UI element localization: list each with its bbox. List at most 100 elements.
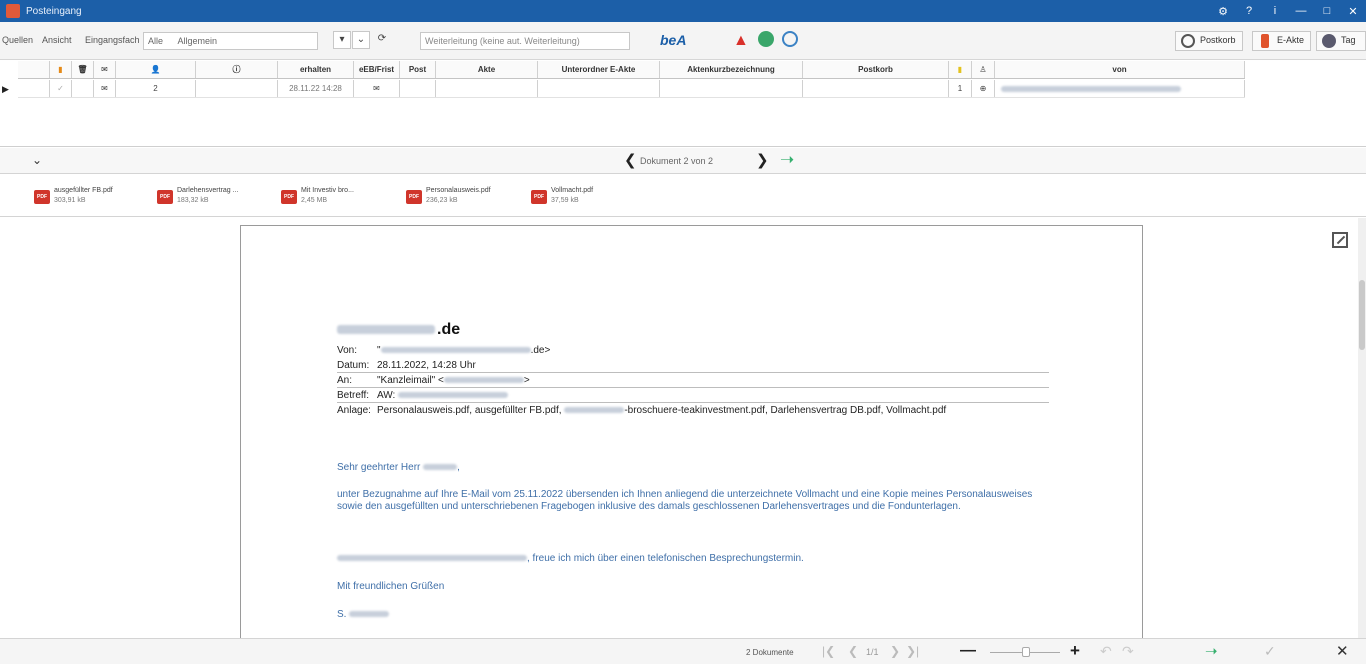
attachment-size: 303,91 kB — [54, 197, 86, 204]
email-signature: S. — [337, 609, 390, 621]
pdf-icon: PDF — [34, 190, 50, 204]
warning-icon[interactable]: ▲ — [733, 32, 749, 50]
salutation: Sehr geehrter Herr , — [337, 462, 460, 473]
settings-icon[interactable]: ⚙ — [1210, 0, 1236, 22]
bea-logo[interactable]: beA — [660, 32, 686, 48]
rotate-left-button[interactable]: ↶ — [1100, 643, 1112, 660]
minimize-button[interactable]: — — [1288, 0, 1314, 22]
eakte-icon — [1261, 34, 1269, 48]
collapse-icon[interactable]: ⌄ — [32, 153, 42, 167]
mail-grid: ▮ 🗑 ✉ 👤 ⓘ erhalten eEB/Frist Post Akte U… — [0, 61, 1366, 147]
col-header-flag-icon[interactable]: ▮ — [949, 61, 972, 78]
expand-icon[interactable] — [1332, 232, 1348, 248]
accept-button[interactable]: ✓ — [1264, 643, 1276, 660]
header-value: " .de> — [377, 345, 551, 356]
row-cell-erhalten: 28.11.22 14:28 — [278, 80, 354, 97]
header-key: Anlage: — [337, 405, 371, 416]
col-header-unterordner[interactable]: Unterordner E-Akte — [538, 61, 660, 78]
ansicht-menu[interactable]: Ansicht — [42, 35, 72, 45]
email-paragraph-1: unter Bezugnahme auf Ihre E-Mail vom 25.… — [337, 489, 1033, 512]
col-header-eeb-frist[interactable]: eEB/Frist — [354, 61, 400, 78]
fach-select-value: Alle — [148, 36, 164, 46]
dropdown-icon[interactable]: ▾ — [333, 31, 351, 49]
window-controls: ⚙ ? i — □ ✕ — [1210, 0, 1366, 22]
attachment-name: Vollmacht.pdf — [551, 187, 594, 194]
eakte-label: E-Akte — [1277, 35, 1305, 45]
info-icon[interactable]: i — [1262, 0, 1288, 22]
row-cell-trash — [72, 80, 94, 97]
filter-icon[interactable]: ⌄ — [352, 31, 370, 49]
col-header-info-icon[interactable]: ⓘ — [196, 61, 278, 78]
header-row-attachments: Anlage: Personalausweis.pdf, ausgefüllte… — [337, 403, 1049, 418]
header-row-date: Datum: 28.11.2022, 14:28 Uhr — [337, 358, 1049, 373]
app-icon — [6, 4, 20, 18]
row-cell-eeb: ✉ — [354, 80, 400, 97]
page-indicator: 1/1 — [866, 647, 879, 657]
rotate-right-button[interactable]: ↷ — [1122, 643, 1134, 660]
postkorb-button[interactable]: Postkorb — [1175, 31, 1243, 51]
col-header-file-icon[interactable]: ▮ — [50, 61, 72, 78]
window-title: Posteingang — [26, 5, 82, 17]
col-header-von[interactable]: von — [995, 61, 1245, 78]
pdf-icon: PDF — [406, 190, 422, 204]
close-viewer-button[interactable]: ✕ — [1336, 642, 1349, 660]
col-header-trash-icon[interactable]: 🗑 — [72, 61, 94, 78]
tag-icon — [1322, 34, 1336, 48]
weiterleitung-select[interactable]: Weiterleitung (keine aut. Weiterleitung) — [420, 32, 630, 50]
attachment-name: Darlehensvertrag ... — [177, 187, 239, 194]
attachment-size: 37,59 kB — [551, 197, 579, 204]
col-header-user-icon[interactable]: 👤 — [116, 61, 196, 78]
refresh-icon[interactable]: ⟳ — [373, 31, 391, 49]
next-page-button[interactable]: ❯ — [890, 644, 900, 658]
col-header-post[interactable]: Post — [400, 61, 436, 78]
help-icon[interactable]: ? — [1236, 0, 1262, 22]
prev-document-button[interactable]: ❮ — [624, 151, 637, 169]
col-header-erhalten[interactable]: erhalten — [278, 61, 354, 78]
next-document-button[interactable]: ❯ — [756, 151, 769, 169]
prev-page-button[interactable]: ❮ — [848, 644, 858, 658]
vertical-scrollbar[interactable] — [1358, 218, 1366, 638]
table-row[interactable]: ✓ ✉ 2 28.11.22 14:28 ✉ 1 ⊕ — [18, 80, 1245, 98]
col-header-akte[interactable]: Akte — [436, 61, 538, 78]
col-header-postkorb[interactable]: Postkorb — [803, 61, 949, 78]
col-header-aktenkurz[interactable]: Aktenkurzbezeichnung — [660, 61, 803, 78]
col-header-select[interactable] — [18, 61, 50, 78]
header-row-to: An: "Kanzleimail" < > — [337, 373, 1049, 388]
close-window-button[interactable]: ✕ — [1340, 0, 1366, 22]
scrollbar-thumb[interactable] — [1359, 280, 1365, 350]
email-address-title: .de — [337, 321, 460, 339]
info-circle-icon[interactable] — [782, 31, 798, 47]
eakte-button[interactable]: E-Akte — [1252, 31, 1312, 51]
fach-select-category: Allgemein — [177, 36, 218, 46]
header-value: AW: — [377, 390, 509, 401]
row-cell-select[interactable] — [18, 80, 50, 97]
col-header-attach-icon[interactable]: ✉ — [94, 61, 116, 78]
forward-button[interactable]: ➝ — [1205, 642, 1218, 660]
row-cell-info — [196, 80, 278, 97]
row-cell-postkorb — [803, 80, 949, 97]
tag-button[interactable]: Tag — [1316, 31, 1366, 51]
col-header-person-icon[interactable]: ♙ — [972, 61, 995, 78]
fach-select[interactable]: Alle Allgemein — [143, 32, 318, 50]
zoom-in-button[interactable]: + — [1070, 641, 1080, 661]
eingangsfach-label: Eingangsfach — [85, 35, 140, 45]
toolbar: Quellen Ansicht Eingangsfach Alle Allgem… — [0, 22, 1366, 60]
last-page-button[interactable]: ❯| — [906, 644, 919, 658]
attachment-name: Mit Investiv bro... — [301, 187, 354, 194]
email-header-table: Von: " .de> Datum: 28.11.2022, 14:28 Uhr … — [337, 343, 1049, 418]
green-status-icon[interactable] — [758, 31, 774, 47]
document-viewer[interactable]: .de Von: " .de> Datum: 28.11.2022, 14:28 … — [0, 218, 1366, 645]
maximize-button[interactable]: □ — [1314, 0, 1340, 22]
forward-arrow-icon[interactable]: ➝ — [780, 150, 794, 170]
header-key: Betreff: — [337, 389, 370, 401]
row-cell-check: ✓ — [50, 80, 72, 97]
first-page-button[interactable]: |❮ — [822, 644, 835, 658]
header-key: Von: — [337, 345, 358, 356]
header-row-subject: Betreff: AW: — [337, 388, 1049, 403]
quellen-menu[interactable]: Quellen — [2, 35, 33, 45]
zoom-out-button[interactable]: — — [960, 642, 976, 660]
document-count: 2 Dokumente — [746, 648, 794, 657]
attachment-size: 2,45 MB — [301, 197, 328, 204]
zoom-slider-thumb[interactable] — [1022, 647, 1030, 657]
row-cell-flag: 1 — [949, 80, 972, 97]
